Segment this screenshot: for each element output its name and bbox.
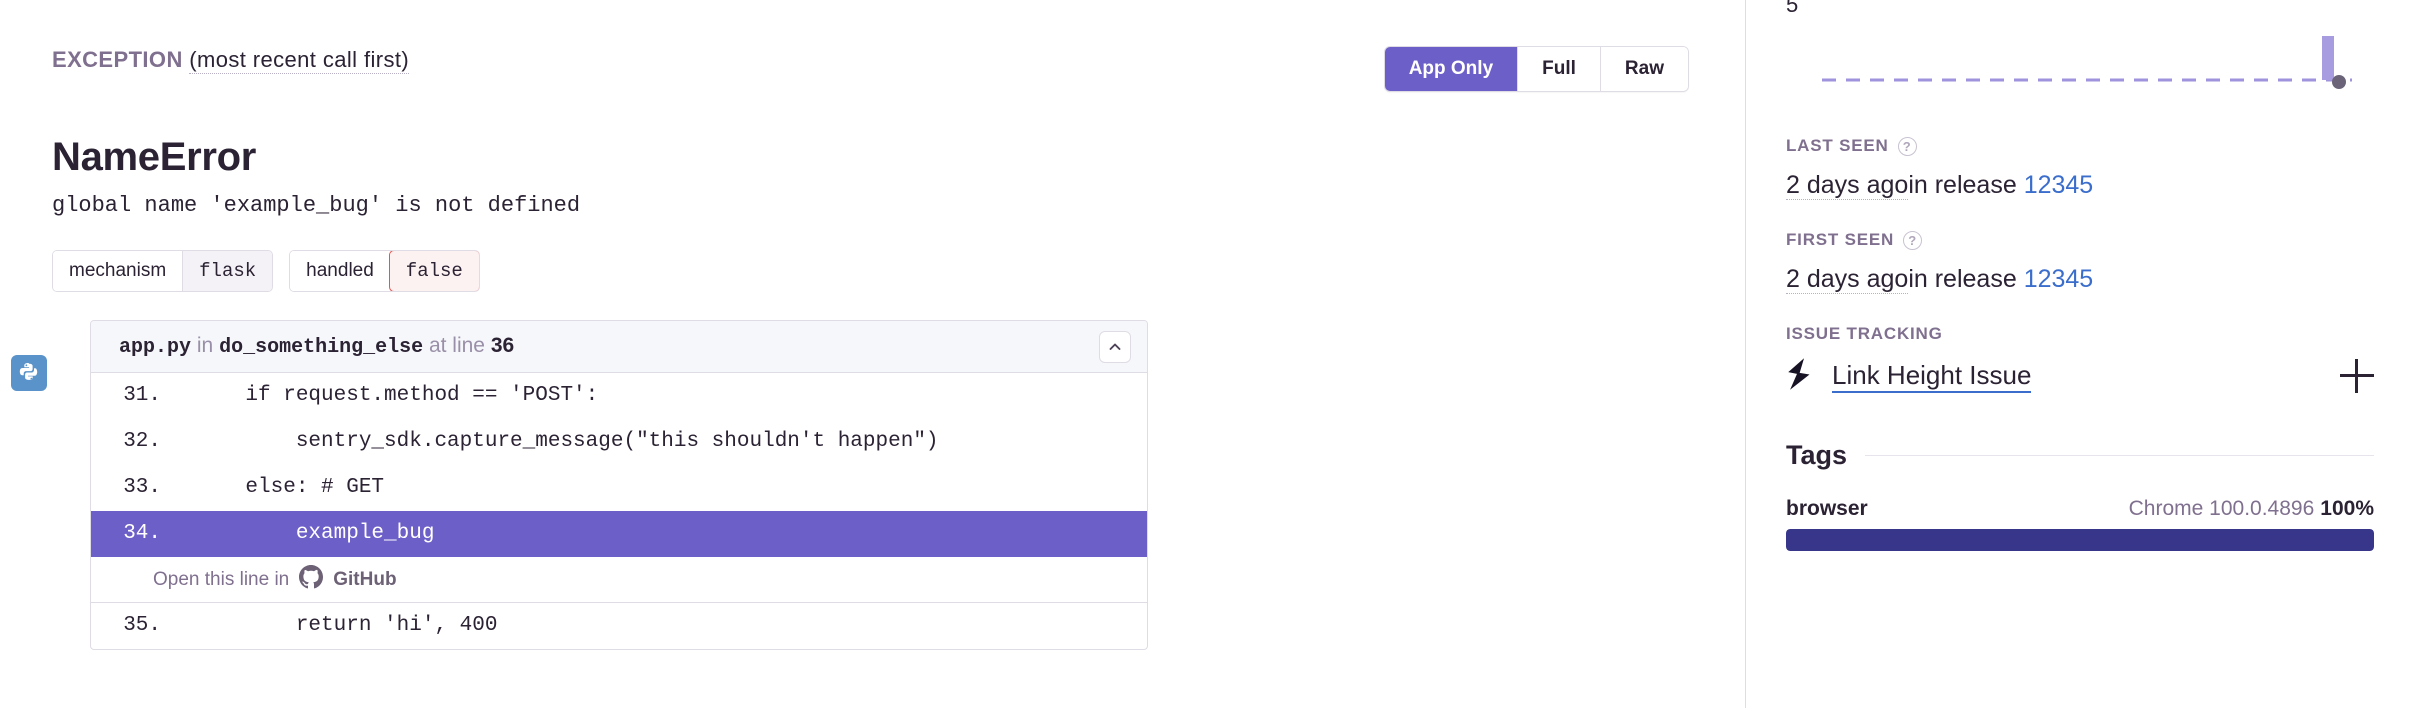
tag-row-browser[interactable]: browser Chrome 100.0.4896 100% [1786, 497, 2374, 551]
context-line-list-after: 35. return 'hi', 400 [91, 603, 1147, 649]
view-mode-app-only[interactable]: App Only [1384, 47, 1518, 91]
error-type-heading: NameError [52, 135, 257, 179]
tag-key[interactable]: browser [1786, 497, 1868, 521]
context-line-code: return 'hi', 400 [195, 614, 498, 637]
context-line-number: 34. [123, 522, 161, 545]
open-line-provider-name: GitHub [333, 568, 397, 590]
tag-distribution-bar [1786, 529, 2374, 551]
last-seen-block: LAST SEEN ? 2 days agoin release 12345 [1786, 136, 2374, 202]
context-line-number: 33. [123, 476, 161, 499]
context-line-number: 31. [123, 384, 161, 407]
sparkline-svg [1822, 36, 2352, 89]
issue-sidebar: 5 LAST SEEN ? 2 days agoin release 12345… [1745, 0, 2410, 708]
open-line-prefix: Open this line in [153, 568, 290, 590]
github-icon [299, 564, 324, 595]
context-line-list: 31. if request.method == 'POST': 32. sen… [91, 373, 1147, 557]
tag-row-top: browser Chrome 100.0.4896 100% [1786, 497, 2374, 521]
tags-section-header: Tags [1786, 440, 2374, 471]
lightning-bolt-icon [1786, 357, 1816, 396]
annotation-mechanism-value: flask [182, 251, 273, 291]
frame-header[interactable]: app.py in do_something_else at line 36 [91, 321, 1147, 373]
context-line-code: if request.method == 'POST': [195, 384, 599, 407]
issue-detail-page: EXCEPTION (most recent call first) App O… [0, 0, 2410, 708]
tags-title: Tags [1786, 440, 1848, 470]
frame-line-number: 36 [490, 334, 515, 357]
first-seen-block: FIRST SEEN ? 2 days agoin release 12345 [1786, 230, 2374, 296]
frame-header-text: app.py in do_something_else at line 36 [119, 334, 514, 359]
exception-header-row: EXCEPTION (most recent call first) App O… [52, 46, 1689, 104]
frame-in-word: in [196, 334, 214, 357]
context-line[interactable]: 32. sentry_sdk.capture_message("this sho… [91, 419, 1147, 465]
context-line[interactable]: 31. if request.method == 'POST': [91, 373, 1147, 419]
annotation-mechanism[interactable]: mechanism flask [52, 250, 274, 292]
first-seen-label: FIRST SEEN [1786, 230, 1895, 249]
context-line-number: 35. [123, 614, 161, 637]
tag-value-group: Chrome 100.0.4896 100% [2129, 497, 2374, 521]
exception-section-title: EXCEPTION (most recent call first) [52, 46, 410, 74]
stacktrace-view-toggle[interactable]: App Only Full Raw [1383, 46, 1689, 92]
issue-tracking-block: ISSUE TRACKING Link Height Issue [1786, 324, 2374, 398]
python-icon [11, 355, 47, 391]
chevron-up-icon[interactable] [1099, 330, 1131, 363]
context-line[interactable]: 35. return 'hi', 400 [91, 603, 1147, 649]
question-icon[interactable]: ? [1897, 136, 1917, 156]
last-seen-in-release-word: in release [1908, 171, 2017, 199]
context-line-code: sentry_sdk.capture_message("this shouldn… [195, 430, 939, 453]
exception-main-column: EXCEPTION (most recent call first) App O… [0, 0, 1745, 708]
link-issue-button[interactable]: Link Height Issue [1832, 359, 2032, 393]
context-line-code: example_bug [195, 522, 435, 545]
error-message: global name 'example_bug' is not defined [52, 193, 581, 218]
last-seen-ago[interactable]: 2 days ago [1786, 171, 1909, 200]
last-seen-label-row: LAST SEEN ? [1786, 136, 2374, 156]
context-line[interactable]: 33. else: # GET [91, 465, 1147, 511]
context-line-active[interactable]: 34. example_bug [91, 511, 1147, 557]
first-seen-release-link[interactable]: 12345 [2024, 265, 2094, 293]
open-line-in-provider-link[interactable]: Open this line in GitHub [91, 557, 1147, 603]
events-sparkline-chart[interactable]: 5 [1786, 0, 2374, 108]
question-icon[interactable]: ? [1903, 230, 1923, 250]
plus-icon[interactable] [2340, 359, 2374, 393]
frame-function: do_something_else [219, 336, 424, 359]
exception-annotations: mechanism flask handled false [52, 250, 1689, 292]
context-line-number: 32. [123, 430, 161, 453]
tag-value[interactable]: Chrome 100.0.4896 [2129, 497, 2315, 520]
last-seen-value: 2 days agoin release 12345 [1786, 168, 2374, 202]
view-mode-full[interactable]: Full [1517, 47, 1600, 91]
tags-divider [1865, 455, 2374, 456]
issue-tracking-row: Link Height Issue [1786, 354, 2374, 398]
context-line-code: else: # GET [195, 476, 385, 499]
last-seen-release-link[interactable]: 12345 [2024, 171, 2094, 199]
annotation-mechanism-key: mechanism [53, 251, 183, 291]
frame-at-line-word: at line [428, 334, 485, 357]
first-seen-in-release-word: in release [1908, 265, 2017, 293]
tag-distribution-fill [1786, 529, 2374, 551]
last-seen-label: LAST SEEN [1786, 136, 1889, 155]
first-seen-ago[interactable]: 2 days ago [1786, 265, 1909, 294]
tag-percent: 100% [2320, 497, 2374, 520]
annotation-handled-key: handled [290, 251, 390, 291]
first-seen-value: 2 days agoin release 12345 [1786, 262, 2374, 296]
stacktrace-frame: app.py in do_something_else at line 36 3… [90, 320, 1148, 650]
view-mode-raw[interactable]: Raw [1599, 47, 1688, 91]
chart-y-axis-top-label: 5 [1786, 0, 1799, 17]
exception-order-hint: (most recent call first) [189, 47, 410, 74]
issue-tracking-label: ISSUE TRACKING [1786, 324, 1943, 343]
annotation-handled[interactable]: handled false [289, 250, 480, 292]
annotation-handled-value: false [388, 251, 479, 291]
frame-filename: app.py [119, 336, 192, 359]
exception-keyword: EXCEPTION [52, 47, 183, 72]
first-seen-label-row: FIRST SEEN ? [1786, 230, 2374, 250]
